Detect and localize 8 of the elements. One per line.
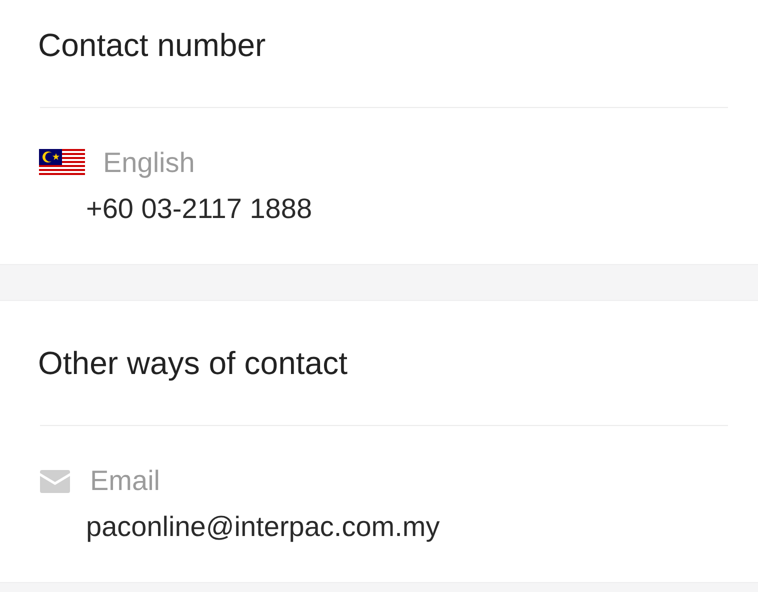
section-title: Contact number: [38, 26, 267, 65]
mail-icon: [40, 470, 70, 492]
contact-value: paconline@interpac.com.my: [86, 510, 441, 544]
section-title: Other ways of contact: [38, 344, 348, 383]
contact-label: Email: [90, 464, 160, 498]
contact-label: English: [103, 146, 195, 180]
flag-icon: [39, 149, 85, 177]
contact-value: +60 03-2117 1888: [86, 192, 314, 226]
